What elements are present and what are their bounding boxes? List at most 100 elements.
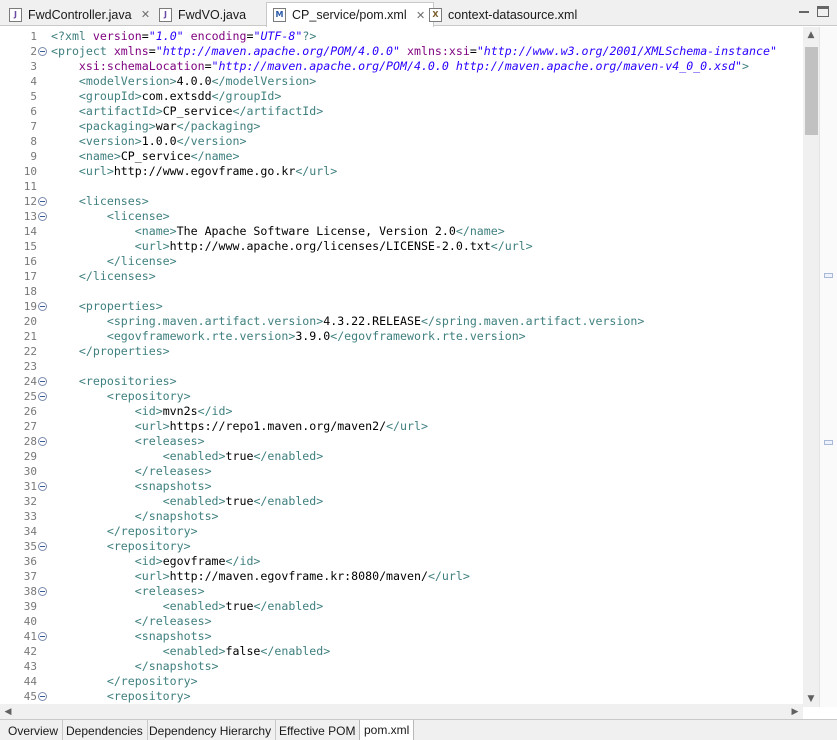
fold-collapse-icon[interactable] — [38, 692, 47, 701]
code-line[interactable]: 36 <id>egovframe</id> — [0, 554, 803, 569]
code-line[interactable]: 24 <repositories> — [0, 374, 803, 389]
line-number: 11 — [23, 180, 37, 193]
fold-collapse-icon[interactable] — [38, 632, 47, 641]
vertical-scrollbar[interactable]: ▲ ▼ — [803, 27, 819, 707]
code-line[interactable]: 38 <releases> — [0, 584, 803, 599]
code-line[interactable]: 3 xsi:schemaLocation="http://maven.apach… — [0, 59, 803, 74]
code-line[interactable]: 31 <snapshots> — [0, 479, 803, 494]
code-line[interactable]: 20 <spring.maven.artifact.version>4.3.22… — [0, 314, 803, 329]
minimize-icon[interactable] — [797, 6, 811, 18]
line-number: 31 — [23, 480, 37, 493]
tab-pom-xml[interactable]: M CP_service/pom.xml ✕ — [266, 2, 434, 27]
tab-label: FwdController.java — [28, 7, 132, 22]
code-line[interactable]: 44 </repository> — [0, 674, 803, 689]
code-line[interactable]: 4 <modelVersion>4.0.0</modelVersion> — [0, 74, 803, 89]
page-tab-overview[interactable]: Overview — [4, 720, 64, 740]
code-line[interactable]: 2 <project xmlns="http://maven.apache.org… — [0, 44, 803, 59]
code-line[interactable]: 11 — [0, 179, 803, 194]
line-number: 4 — [30, 75, 37, 88]
line-number: 8 — [30, 135, 37, 148]
code-line[interactable]: 16 </license> — [0, 254, 803, 269]
code-text: <enabled>true</enabled> — [162, 494, 324, 508]
code-line[interactable]: 35 <repository> — [0, 539, 803, 554]
code-line[interactable]: 30 </releases> — [0, 464, 803, 479]
code-line[interactable]: 13 <license> — [0, 209, 803, 224]
scroll-down-icon[interactable]: ▼ — [803, 691, 819, 707]
code-line[interactable]: 23 — [0, 359, 803, 374]
fold-collapse-icon[interactable] — [38, 392, 47, 401]
code-line[interactable]: 39 <enabled>true</enabled> — [0, 599, 803, 614]
code-line[interactable]: 19 <properties> — [0, 299, 803, 314]
line-number: 6 — [30, 105, 37, 118]
close-icon[interactable]: ✕ — [140, 8, 152, 21]
code-line[interactable]: 27 <url>https://repo1.maven.org/maven2/<… — [0, 419, 803, 434]
code-line[interactable]: 41 <snapshots> — [0, 629, 803, 644]
code-line[interactable]: 28 <releases> — [0, 434, 803, 449]
code-line[interactable]: 14 <name>The Apache Software License, Ve… — [0, 224, 803, 239]
code-line[interactable]: 33 </snapshots> — [0, 509, 803, 524]
fold-collapse-icon[interactable] — [38, 542, 47, 551]
code-line[interactable]: 7 <packaging>war</packaging> — [0, 119, 803, 134]
code-line[interactable]: 25 <repository> — [0, 389, 803, 404]
tab-fwdcontroller-java[interactable]: J FwdController.java ✕ — [2, 2, 159, 26]
maximize-icon[interactable] — [817, 6, 829, 17]
page-tab-dependency-hierarchy[interactable]: Dependency Hierarchy — [145, 720, 277, 740]
page-tab-dependencies[interactable]: Dependencies — [62, 720, 148, 740]
line-number: 37 — [23, 570, 37, 583]
line-number: 23 — [23, 360, 37, 373]
code-line[interactable]: 12 <licenses> — [0, 194, 803, 209]
code-text: </releases> — [134, 464, 212, 478]
xml-source-editor[interactable]: 1 <?xml version="1.0" encoding="UTF-8"?> 2… — [0, 27, 803, 707]
code-line[interactable]: 32 <enabled>true</enabled> — [0, 494, 803, 509]
code-line[interactable]: 15 <url>http://www.apache.org/licenses/L… — [0, 239, 803, 254]
code-line[interactable]: 42 <enabled>false</enabled> — [0, 644, 803, 659]
code-text: <egovframework.rte.version>3.9.0</egovfr… — [106, 329, 526, 343]
code-line[interactable]: 26 <id>mvn2s</id> — [0, 404, 803, 419]
fold-collapse-icon[interactable] — [38, 47, 47, 56]
line-number: 32 — [23, 495, 37, 508]
tab-label: FwdVO.java — [178, 7, 247, 22]
code-line[interactable]: 45 <repository> — [0, 689, 803, 704]
code-line[interactable]: 17 </licenses> — [0, 269, 803, 284]
code-line[interactable]: 37 <url>http://maven.egovframe.kr:8080/m… — [0, 569, 803, 584]
overview-marker[interactable] — [824, 440, 833, 445]
fold-collapse-icon[interactable] — [38, 437, 47, 446]
tab-context-datasource-xml[interactable]: X context-datasource.xml — [422, 2, 584, 26]
editor-tab-bar: J FwdController.java ✕ J FwdVO.java M CP… — [0, 0, 837, 27]
scroll-left-icon[interactable]: ◀ — [0, 704, 16, 720]
fold-collapse-icon[interactable] — [38, 482, 47, 491]
fold-collapse-icon[interactable] — [38, 197, 47, 206]
overview-marker[interactable] — [824, 273, 833, 278]
code-line[interactable]: 1 <?xml version="1.0" encoding="UTF-8"?> — [0, 29, 803, 44]
code-line[interactable]: 29 <enabled>true</enabled> — [0, 449, 803, 464]
fold-collapse-icon[interactable] — [38, 212, 47, 221]
java-file-icon: J — [9, 7, 22, 22]
code-line[interactable]: 22 </properties> — [0, 344, 803, 359]
overview-ruler[interactable] — [819, 27, 837, 707]
code-line[interactable]: 5 <groupId>com.extsdd</groupId> — [0, 89, 803, 104]
code-line[interactable]: 10 <url>http://www.egovframe.go.kr</url> — [0, 164, 803, 179]
code-text: <name>The Apache Software License, Versi… — [134, 224, 505, 238]
code-line[interactable]: 40 </releases> — [0, 614, 803, 629]
line-number: 5 — [30, 90, 37, 103]
fold-collapse-icon[interactable] — [38, 587, 47, 596]
line-number: 27 — [23, 420, 37, 433]
scrollbar-thumb[interactable] — [805, 47, 818, 135]
horizontal-scrollbar[interactable]: ◀ ▶ — [0, 704, 803, 720]
code-line[interactable]: 6 <artifactId>CP_service</artifactId> — [0, 104, 803, 119]
code-line[interactable]: 43 </snapshots> — [0, 659, 803, 674]
page-tab-pom-xml[interactable]: pom.xml — [359, 720, 415, 740]
fold-collapse-icon[interactable] — [38, 302, 47, 311]
code-line[interactable]: 34 </repository> — [0, 524, 803, 539]
fold-collapse-icon[interactable] — [38, 377, 47, 386]
page-tab-effective-pom[interactable]: Effective POM — [275, 720, 361, 740]
tab-fwdvo-java[interactable]: J FwdVO.java — [152, 2, 253, 26]
scroll-up-icon[interactable]: ▲ — [803, 27, 819, 43]
code-line[interactable]: 21 <egovframework.rte.version>3.9.0</ego… — [0, 329, 803, 344]
window-controls — [797, 6, 829, 18]
code-line[interactable]: 8 <version>1.0.0</version> — [0, 134, 803, 149]
code-line[interactable]: 18 — [0, 284, 803, 299]
scroll-right-icon[interactable]: ▶ — [787, 704, 803, 720]
code-line[interactable]: 9 <name>CP_service</name> — [0, 149, 803, 164]
code-text: <modelVersion>4.0.0</modelVersion> — [78, 74, 317, 88]
